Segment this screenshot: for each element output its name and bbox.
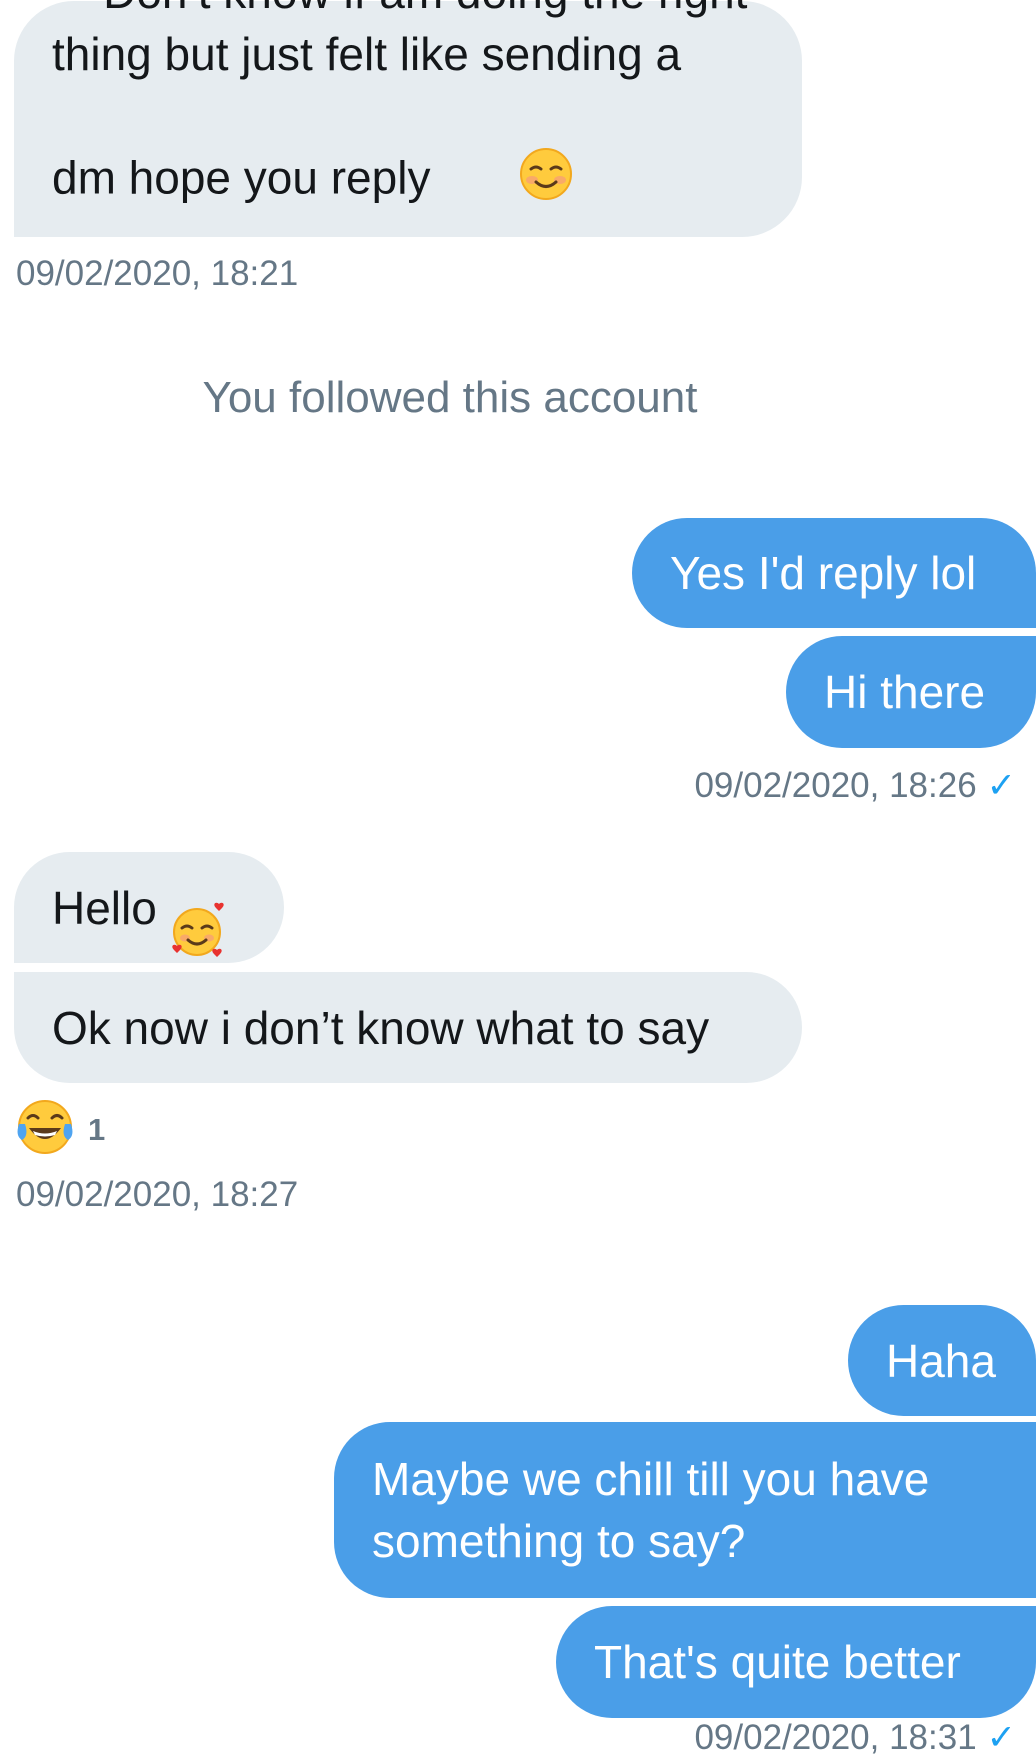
message-timestamp: 09/02/2020, 18:31 ✓ [694, 1718, 1016, 1757]
read-check-icon: ✓ [986, 1718, 1016, 1757]
outgoing-message[interactable]: Haha [848, 1305, 1036, 1416]
outgoing-message[interactable]: Hi there [786, 636, 1036, 748]
outgoing-message[interactable]: Maybe we chill till you have something t… [334, 1422, 1036, 1598]
message-text: Haha [886, 1334, 996, 1387]
message-text: Don’t know if am doing the right thing b… [52, 0, 747, 204]
outgoing-message[interactable]: Yes I'd reply lol [632, 518, 1036, 628]
incoming-message[interactable]: Ok now i don’t know what to say [14, 972, 802, 1083]
incoming-message[interactable]: Don’t know if am doing the right thing b… [14, 0, 802, 237]
read-check-icon: ✓ [986, 766, 1016, 805]
message-timestamp: 09/02/2020, 18:26 ✓ [694, 766, 1016, 805]
message-text: That's quite better [594, 1636, 961, 1688]
smiling-blush-emoji-icon [442, 85, 573, 278]
message-timestamp: 09/02/2020, 18:27 [16, 1175, 299, 1214]
reaction-count: 1 [88, 1111, 106, 1147]
message-reaction[interactable]: 1 [14, 1096, 105, 1163]
system-notice: You followed this account [202, 373, 698, 422]
message-text: Hello [52, 881, 157, 934]
message-text: Maybe we chill till you have something t… [372, 1453, 930, 1567]
outgoing-message[interactable]: That's quite better [556, 1606, 1036, 1718]
message-text: Yes I'd reply lol [670, 547, 977, 599]
message-timestamp: 09/02/2020, 18:21 [16, 254, 299, 293]
message-text: Hi there [824, 666, 986, 718]
tears-of-joy-emoji-icon [14, 1096, 76, 1163]
incoming-message[interactable]: Hello [14, 852, 284, 963]
message-text: Ok now i don’t know what to say [52, 1001, 710, 1054]
